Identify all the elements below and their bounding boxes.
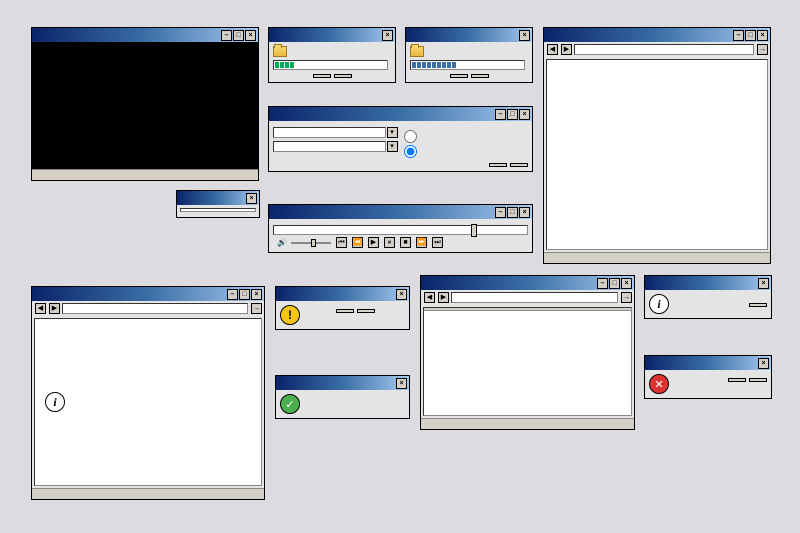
next-icon[interactable]: ⏭ [432,237,443,248]
copy-failed-window[interactable]: × ✕ [644,355,772,399]
forward-icon[interactable]: ▶ [49,303,60,314]
browser-window[interactable]: –□× ◀ ▶ → i [31,286,265,500]
yes-button[interactable] [336,309,354,313]
path-input[interactable] [574,44,754,55]
close-icon[interactable]: × [246,193,257,204]
pause-button[interactable] [313,74,331,78]
cancel-button[interactable] [749,378,767,382]
close-icon[interactable]: × [396,378,407,389]
close-icon[interactable]: × [758,358,769,369]
save-input[interactable] [273,141,386,152]
rewind-icon[interactable]: ⏪ [352,237,363,248]
forward-icon[interactable]: ⏩ [416,237,427,248]
seek-bar[interactable] [273,225,528,235]
cancel-button[interactable] [510,163,528,167]
volume-slider[interactable] [291,242,331,244]
back-icon[interactable]: ◀ [547,44,558,55]
statusbar [32,169,258,180]
calculator-window[interactable]: × [176,190,260,218]
folder-icon [410,46,424,57]
warning-window[interactable]: × ! [275,286,410,330]
downloading-window[interactable]: × [405,27,533,83]
close-icon[interactable]: × [396,289,407,300]
error-icon: ✕ [649,374,669,394]
forward-icon[interactable]: ▶ [438,292,449,303]
close-icon[interactable]: × [382,30,393,41]
settings-window[interactable]: –□× ▾ ▾ [268,106,533,172]
file-explorer-window[interactable]: –□× ◀ ▶ → [420,275,635,430]
close-icon[interactable]: × [519,109,530,120]
restart-later-radio[interactable] [404,145,417,158]
minimize-icon[interactable]: – [227,289,238,300]
chevron-down-icon[interactable]: ▾ [387,141,398,152]
progress-bar [273,60,388,70]
ok-button[interactable] [749,303,767,307]
url-input[interactable] [62,303,248,314]
go-button[interactable]: → [621,292,632,303]
save-button[interactable] [489,163,507,167]
stop-icon[interactable]: ■ [400,237,411,248]
close-icon[interactable]: × [519,30,530,41]
info-icon: i [45,392,65,412]
play-icon[interactable]: ▶ [368,237,379,248]
warning-icon: ! [280,305,300,325]
copying-window[interactable]: × [268,27,396,83]
back-icon[interactable]: ◀ [35,303,46,314]
maximize-icon[interactable]: □ [507,109,518,120]
minimize-icon[interactable]: – [495,207,506,218]
progress-bar [410,60,525,70]
close-icon[interactable]: × [245,30,256,41]
minimize-icon[interactable]: – [597,278,608,289]
rename-button[interactable] [728,378,746,382]
browser-viewport: i [34,318,262,486]
close-icon[interactable]: × [758,278,769,289]
terminal-body[interactable] [32,42,258,169]
maximize-icon[interactable]: □ [609,278,620,289]
close-icon[interactable]: × [621,278,632,289]
success-icon: ✓ [280,394,300,414]
minimize-icon[interactable]: – [495,109,506,120]
terminal-titlebar[interactable]: – □ × [32,28,258,42]
close-icon[interactable]: × [757,30,768,41]
go-button[interactable]: → [251,303,262,314]
minimize-icon[interactable]: – [221,30,232,41]
cancel-button[interactable] [334,74,352,78]
cancel-button[interactable] [471,74,489,78]
statusbar [544,252,770,263]
info-window[interactable]: × i [644,275,772,319]
maximize-icon[interactable]: □ [745,30,756,41]
restart-now-radio[interactable] [404,130,417,143]
info-icon: i [649,294,669,314]
volume-icon[interactable]: 🔊 [277,238,287,247]
dest-input[interactable] [273,127,386,138]
back-icon[interactable]: ◀ [424,292,435,303]
terminal-window[interactable]: – □ × [31,27,259,181]
statusbar [32,488,264,499]
no-button[interactable] [357,309,375,313]
path-input[interactable] [451,292,618,303]
minimize-icon[interactable]: – [733,30,744,41]
chevron-down-icon[interactable]: ▾ [387,127,398,138]
prev-icon[interactable]: ⏮ [336,237,347,248]
go-button[interactable]: → [757,44,768,55]
forward-icon[interactable]: ▶ [561,44,572,55]
maximize-icon[interactable]: □ [507,207,518,218]
pause-button[interactable] [450,74,468,78]
maximize-icon[interactable]: □ [233,30,244,41]
file-browser-window[interactable]: –□× ◀ ▶ → [543,27,771,264]
statusbar [421,418,634,429]
folder-icon [273,46,287,57]
pause-icon[interactable]: ⏸ [384,237,395,248]
file-list[interactable] [423,307,632,416]
calc-display [180,208,256,212]
maximize-icon[interactable]: □ [239,289,250,300]
music-window[interactable]: –□× 🔊 ⏮ ⏪ ▶ ⏸ ■ ⏩ ⏭ [268,204,533,253]
close-icon[interactable]: × [251,289,262,300]
close-icon[interactable]: × [519,207,530,218]
installer-window[interactable]: × ✓ [275,375,410,419]
